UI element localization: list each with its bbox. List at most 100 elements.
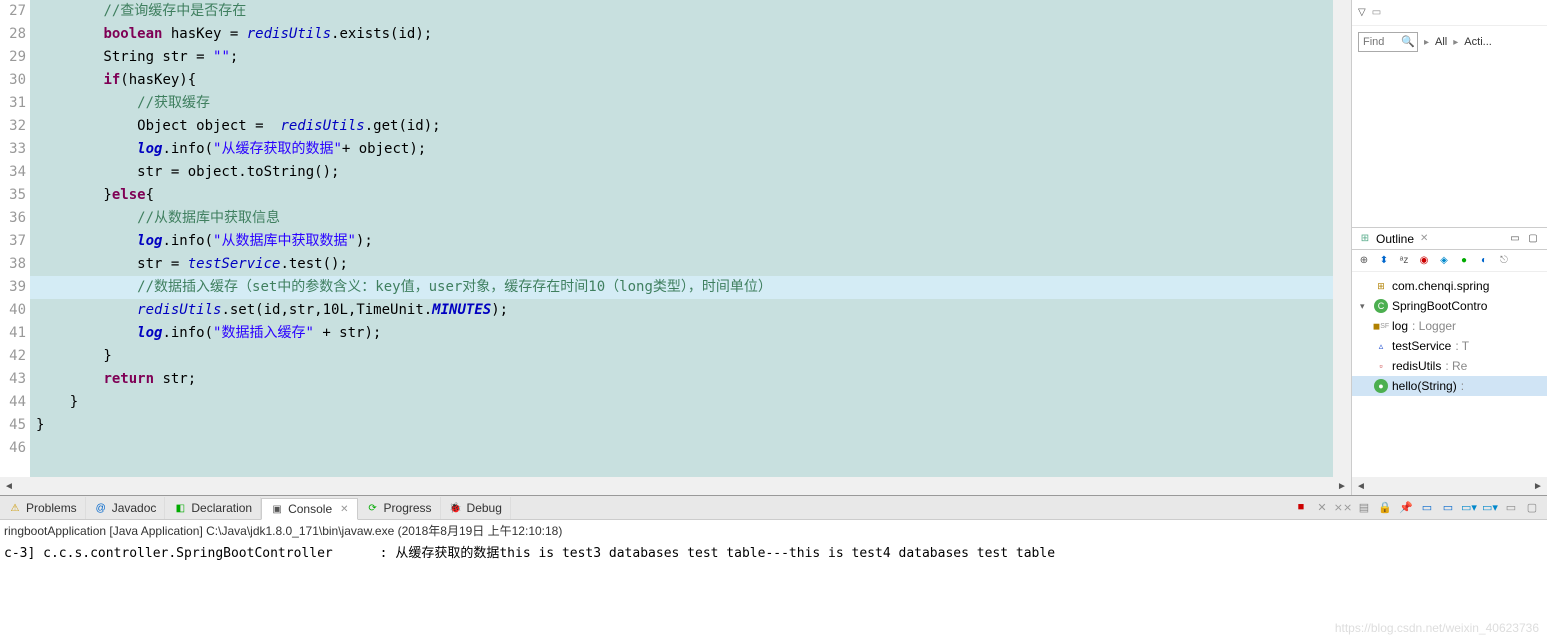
az-sort-icon[interactable]: ᵃz bbox=[1396, 253, 1412, 269]
outline-field-log[interactable]: ◼SF log : Logger bbox=[1352, 316, 1547, 336]
class-icon: C bbox=[1374, 299, 1388, 313]
expand-arrow-icon[interactable]: ▾ bbox=[1360, 301, 1370, 312]
breadcrumb-sep-icon: ▸ bbox=[1424, 37, 1429, 48]
outline-node-label: com.chenqi.spring bbox=[1392, 279, 1489, 293]
collapse-icon[interactable]: ▽ bbox=[1358, 7, 1366, 18]
scroll-left-arrow[interactable]: ◄ bbox=[1352, 477, 1370, 495]
breadcrumb-all[interactable]: All bbox=[1435, 36, 1447, 48]
outline-package[interactable]: ⊞ com.chenqi.spring bbox=[1352, 276, 1547, 296]
breadcrumb-acti[interactable]: Acti... bbox=[1464, 36, 1492, 48]
vertical-scrollbar[interactable] bbox=[1333, 0, 1351, 477]
code-line[interactable]: log.info("数据插入缓存" + str); bbox=[30, 322, 1351, 345]
static-field-icon: ◼SF bbox=[1374, 319, 1388, 333]
scroll-right-arrow[interactable]: ► bbox=[1529, 477, 1547, 495]
remove-launch-button[interactable]: ✕ bbox=[1313, 498, 1331, 516]
code-line[interactable]: //数据插入缓存（set中的参数含义：key值，user对象，缓存存在时间10（… bbox=[30, 276, 1351, 299]
tab-label: Javadoc bbox=[112, 501, 157, 515]
minimize-icon[interactable]: ▭ bbox=[1507, 231, 1523, 247]
hide-static-icon[interactable]: ◈ bbox=[1436, 253, 1452, 269]
outline-view: ⊞ Outline ✕ ▭ ▢ ⊕ ⬍ ᵃz ◉ ◈ ● ◐ ⎋ bbox=[1352, 228, 1547, 495]
sort-icon[interactable]: ⬍ bbox=[1376, 253, 1392, 269]
search-icon[interactable]: 🔍 bbox=[1401, 35, 1415, 48]
code-line[interactable]: if(hasKey){ bbox=[30, 69, 1351, 92]
code-line[interactable]: log.info("从缓存获取的数据"+ object); bbox=[30, 138, 1351, 161]
watermark: https://blog.csdn.net/weixin_40623736 bbox=[1335, 621, 1539, 635]
tab-label: Declaration bbox=[191, 501, 252, 515]
tab-declaration[interactable]: ◧ Declaration bbox=[165, 497, 261, 519]
code-line[interactable]: boolean hasKey = redisUtils.exists(id); bbox=[30, 23, 1351, 46]
tab-problems[interactable]: ⚠ Problems bbox=[0, 497, 86, 519]
display-selected-button[interactable]: ▭ bbox=[1418, 498, 1436, 516]
code-line[interactable]: //获取缓存 bbox=[30, 92, 1351, 115]
outline-node-label: redisUtils bbox=[1392, 359, 1441, 373]
code-line[interactable]: log.info("从数据库中获取数据"); bbox=[30, 230, 1351, 253]
scroll-right-arrow[interactable]: ► bbox=[1333, 477, 1351, 495]
terminate-button[interactable]: ■ bbox=[1292, 498, 1310, 516]
code-line[interactable]: //从数据库中获取信息 bbox=[30, 207, 1351, 230]
code-line[interactable]: return str; bbox=[30, 368, 1351, 391]
focus-icon[interactable]: ⊕ bbox=[1356, 253, 1372, 269]
tab-label: Problems bbox=[26, 501, 77, 515]
declaration-icon: ◧ bbox=[173, 501, 187, 515]
code-line[interactable]: String str = ""; bbox=[30, 46, 1351, 69]
code-line[interactable]: str = testService.test(); bbox=[30, 253, 1351, 276]
breadcrumb-panel: ▽ ▭ 🔍 ▸ All ▸ Acti... bbox=[1352, 0, 1547, 228]
outline-icon: ⊞ bbox=[1358, 232, 1372, 246]
maximize-icon[interactable]: ▢ bbox=[1525, 231, 1541, 247]
scroll-lock-button[interactable]: 🔒 bbox=[1376, 498, 1394, 516]
toolbar-icon[interactable]: ▭ bbox=[1372, 7, 1381, 18]
horizontal-scrollbar[interactable]: ◄ ► bbox=[0, 477, 1351, 495]
tab-javadoc[interactable]: @ Javadoc bbox=[86, 497, 166, 519]
tab-debug[interactable]: 🐞 Debug bbox=[441, 497, 511, 519]
scroll-left-arrow[interactable]: ◄ bbox=[0, 477, 18, 495]
close-icon[interactable]: ✕ bbox=[340, 504, 348, 515]
tab-console[interactable]: ▣ Console ✕ bbox=[261, 498, 357, 520]
minimize-button[interactable]: ▭ bbox=[1502, 498, 1520, 516]
code-line[interactable]: redisUtils.set(id,str,10L,TimeUnit.MINUT… bbox=[30, 299, 1351, 322]
hide-fields-icon[interactable]: ◉ bbox=[1416, 253, 1432, 269]
console-output[interactable]: c-3] c.c.s.controller.SpringBootControll… bbox=[0, 540, 1547, 639]
link-icon[interactable]: ⎋ bbox=[1496, 253, 1512, 269]
remove-all-button[interactable]: ⨯⨯ bbox=[1334, 498, 1352, 516]
new-console-button[interactable]: ▭▾ bbox=[1460, 498, 1478, 516]
code-editor[interactable]: 2728293031323334353637383940414243444546… bbox=[0, 0, 1352, 495]
field-icon: ▵ bbox=[1374, 339, 1388, 353]
method-icon: ● bbox=[1374, 379, 1388, 393]
outline-field-redisutils[interactable]: ▫ redisUtils : Re bbox=[1352, 356, 1547, 376]
code-line[interactable]: } bbox=[30, 414, 1351, 437]
code-line[interactable]: } bbox=[30, 345, 1351, 368]
close-icon[interactable]: ✕ bbox=[1420, 233, 1428, 244]
maximize-button[interactable]: ▢ bbox=[1523, 498, 1541, 516]
problems-icon: ⚠ bbox=[8, 501, 22, 515]
hide-local-icon[interactable]: ◐ bbox=[1476, 253, 1492, 269]
tab-label: Console bbox=[288, 502, 332, 516]
outline-method-hello[interactable]: ● hello(String) : bbox=[1352, 376, 1547, 396]
outline-class[interactable]: ▾ C SpringBootContro bbox=[1352, 296, 1547, 316]
debug-icon: 🐞 bbox=[449, 501, 463, 515]
code-line[interactable]: } bbox=[30, 391, 1351, 414]
code-content[interactable]: //查询缓存中是否存在 boolean hasKey = redisUtils.… bbox=[30, 0, 1351, 477]
hide-nonpublic-icon[interactable]: ● bbox=[1456, 253, 1472, 269]
console-dropdown-button[interactable]: ▭▾ bbox=[1481, 498, 1499, 516]
outline-tab-label[interactable]: Outline bbox=[1376, 232, 1414, 246]
javadoc-icon: @ bbox=[94, 501, 108, 515]
progress-icon: ⟳ bbox=[366, 501, 380, 515]
outline-node-label: SpringBootContro bbox=[1392, 299, 1487, 313]
line-gutter: 2728293031323334353637383940414243444546 bbox=[0, 0, 30, 477]
code-line[interactable]: str = object.toString(); bbox=[30, 161, 1351, 184]
code-line[interactable]: //查询缓存中是否存在 bbox=[30, 0, 1351, 23]
console-icon: ▣ bbox=[270, 502, 284, 516]
outline-node-label: hello(String) bbox=[1392, 379, 1457, 393]
outline-node-label: log bbox=[1392, 319, 1408, 333]
field-icon: ▫ bbox=[1374, 359, 1388, 373]
open-console-button[interactable]: ▭ bbox=[1439, 498, 1457, 516]
code-line[interactable]: }else{ bbox=[30, 184, 1351, 207]
tab-label: Progress bbox=[384, 501, 432, 515]
package-icon: ⊞ bbox=[1374, 279, 1388, 293]
pin-console-button[interactable]: 📌 bbox=[1397, 498, 1415, 516]
outline-hscroll[interactable]: ◄ ► bbox=[1352, 477, 1547, 495]
code-line[interactable]: Object object = redisUtils.get(id); bbox=[30, 115, 1351, 138]
tab-progress[interactable]: ⟳ Progress bbox=[358, 497, 441, 519]
clear-console-button[interactable]: ▤ bbox=[1355, 498, 1373, 516]
outline-field-testservice[interactable]: ▵ testService : T bbox=[1352, 336, 1547, 356]
